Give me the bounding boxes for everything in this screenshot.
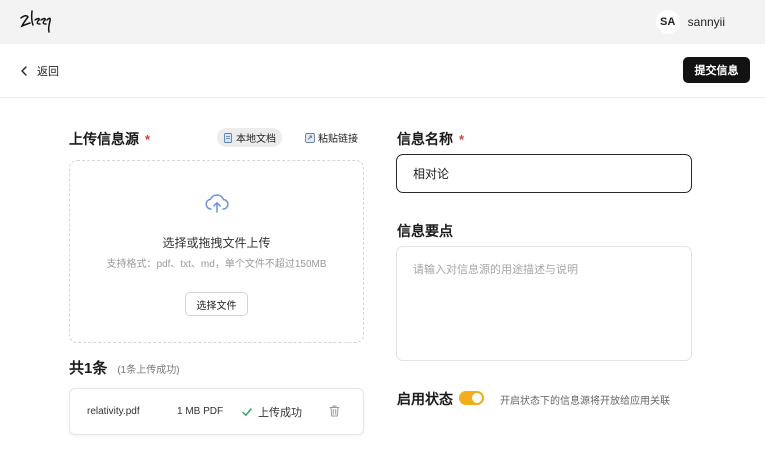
file-count-subtitle: (1条上传成功) [117, 365, 180, 376]
file-count: 共1条 (1条上传成功) [69, 357, 180, 377]
link-icon [305, 132, 315, 143]
submit-button[interactable]: 提交信息 [683, 57, 750, 83]
choose-file-button[interactable]: 选择文件 [185, 292, 248, 316]
back-button[interactable]: 返回 [20, 61, 59, 81]
info-name-input[interactable] [396, 154, 692, 193]
file-size: 1 MB PDF [177, 406, 224, 417]
chevron-left-icon [21, 66, 27, 76]
status-title: 启用状态 [397, 391, 453, 407]
required-mark: * [145, 131, 151, 147]
tab-paste-link-label: 粘贴链接 [318, 134, 358, 145]
dropzone-title: 选择或拖拽文件上传 [162, 236, 271, 250]
logo[interactable] [18, 8, 54, 34]
avatar[interactable]: SA [655, 10, 680, 34]
document-icon [224, 132, 232, 143]
upload-title: 上传信息源 [69, 131, 139, 147]
user-menu[interactable]: SA sannyii [655, 9, 725, 35]
cloud-upload-icon [205, 194, 229, 213]
status-toggle[interactable] [459, 391, 484, 405]
upload-section-title: 上传信息源 * [69, 129, 150, 149]
check-icon [242, 408, 252, 416]
upload-dropzone[interactable]: 选择或拖拽文件上传 支持格式：pdf、txt、md，单个文件不超过150MB 选… [69, 160, 364, 343]
top-bar: SA sannyii [0, 0, 765, 44]
info-name-title: 信息名称 [397, 131, 453, 147]
file-count-title: 共1条 [69, 360, 108, 377]
file-item: relativity.pdf 1 MB PDF 上传成功 [69, 388, 364, 435]
info-name-section-title: 信息名称 * [397, 129, 464, 149]
status-section-title: 启用状态 [397, 389, 453, 409]
file-status: 上传成功 [242, 404, 302, 420]
back-label: 返回 [37, 66, 59, 78]
info-points-section-title: 信息要点 [397, 221, 453, 241]
toggle-knob [472, 393, 482, 403]
tab-paste-link[interactable]: 粘贴链接 [299, 128, 364, 147]
info-points-textarea[interactable] [396, 246, 692, 361]
username: sannyii [687, 15, 725, 29]
required-mark: * [459, 131, 465, 147]
file-name: relativity.pdf [87, 406, 140, 417]
file-status-label: 上传成功 [258, 407, 302, 419]
info-points-title: 信息要点 [397, 223, 453, 239]
dropzone-hint: 支持格式：pdf、txt、md，单个文件不超过150MB [106, 259, 327, 270]
action-bar: 返回 提交信息 [0, 44, 765, 98]
trash-icon[interactable] [329, 405, 340, 417]
tab-local-document-label: 本地文档 [236, 134, 276, 145]
tab-local-document[interactable]: 本地文档 [217, 128, 282, 147]
status-hint: 开启状态下的信息源将开放给应用关联 [500, 396, 670, 407]
